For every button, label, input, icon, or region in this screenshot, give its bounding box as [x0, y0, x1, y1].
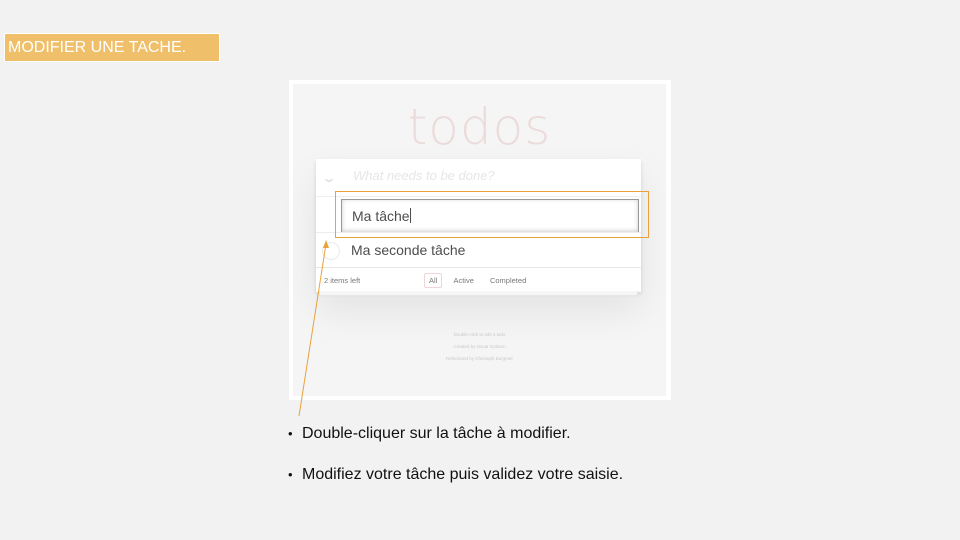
filters: All Active Completed	[424, 273, 535, 288]
highlight-box	[335, 191, 649, 238]
bullet-icon: •	[288, 426, 293, 441]
new-todo-input[interactable]	[351, 167, 635, 184]
app-screenshot: todos ⌄ Ma tâche Ma seconde tâche 2 item…	[289, 80, 671, 400]
info-line: Refactored by Christoph Burgmer	[445, 356, 514, 361]
bullet-icon: •	[288, 467, 293, 482]
instruction-text: Modifiez votre tâche puis validez votre …	[302, 466, 624, 483]
todo-label[interactable]: Ma seconde tâche	[351, 242, 465, 258]
info-line: Created by Oscar Godson	[453, 344, 506, 349]
instruction-item: • Double-cliquer sur la tâche à modifier.	[288, 424, 623, 444]
filter-all[interactable]: All	[424, 273, 443, 288]
filter-completed[interactable]: Completed	[485, 273, 531, 288]
instructions-list: • Double-cliquer sur la tâche à modifier.…	[288, 424, 623, 506]
chevron-down-icon[interactable]: ⌄	[321, 171, 337, 185]
instruction-text: Double-cliquer sur la tâche à modifier.	[302, 425, 571, 442]
todo-checkbox[interactable]	[322, 242, 340, 260]
todo-footer: 2 items left All Active Completed	[316, 267, 641, 293]
todo-count: 2 items left	[324, 276, 361, 285]
app-viewport: todos ⌄ Ma tâche Ma seconde tâche 2 item…	[293, 84, 666, 396]
instruction-item: • Modifiez votre tâche puis validez votre…	[288, 465, 623, 485]
slide-title: MODIFIER UNE TACHE.	[4, 33, 220, 62]
filter-active[interactable]: Active	[448, 273, 478, 288]
info-line: Double-click to edit a todo	[453, 332, 506, 337]
app-logo: todos	[407, 98, 552, 156]
